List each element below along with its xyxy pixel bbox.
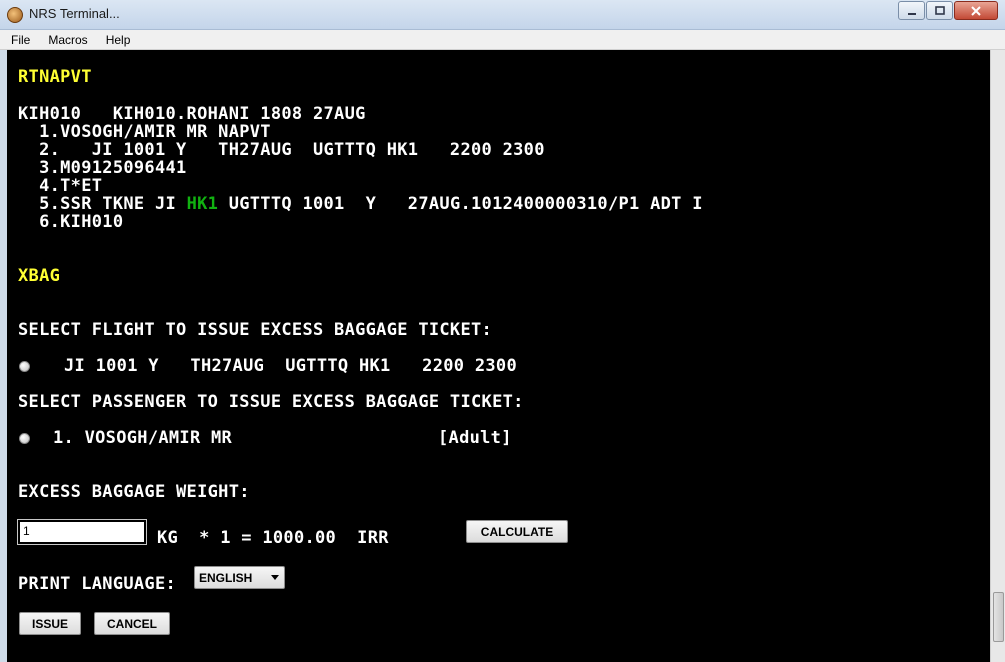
- select-flight-prompt: SELECT FLIGHT TO ISSUE EXCESS BAGGAGE TI…: [18, 320, 493, 340]
- issue-button[interactable]: ISSUE: [19, 612, 81, 635]
- pnr-line-5-suffix: UGTTTQ 1001 Y 27AUG.1012400000310/P1 ADT…: [218, 194, 703, 214]
- close-button[interactable]: [954, 1, 998, 20]
- menu-file[interactable]: File: [8, 33, 33, 47]
- passenger-option-label[interactable]: 1. VOSOGH/AMIR MR: [53, 429, 232, 447]
- maximize-icon: [934, 5, 945, 15]
- menu-help[interactable]: Help: [103, 33, 134, 47]
- terminal-screen: RTNAPVT KIH010 KIH010.ROHANI 1808 27AUG …: [7, 50, 990, 662]
- language-selected-value: ENGLISH: [199, 570, 253, 585]
- close-icon: [971, 5, 981, 16]
- flight-radio[interactable]: [19, 361, 30, 372]
- weight-label: EXCESS BAGGAGE WEIGHT:: [18, 482, 250, 502]
- minimize-icon: [907, 12, 916, 15]
- vertical-scrollbar[interactable]: [990, 50, 1005, 662]
- window-controls: [897, 1, 998, 20]
- maximize-button[interactable]: [926, 1, 953, 20]
- pnr-line-1: 1.VOSOGH/AMIR MR NAPVT: [18, 122, 271, 142]
- chevron-down-icon: [271, 575, 279, 580]
- pnr-command: RTNAPVT: [18, 67, 92, 87]
- scrollbar-thumb[interactable]: [993, 592, 1004, 642]
- cancel-button[interactable]: CANCEL: [94, 612, 170, 635]
- pnr-line-2: 2. JI 1001 Y TH27AUG UGTTTQ HK1 2200 230…: [18, 140, 545, 160]
- pnr-line-5-prefix: 5.SSR TKNE JI: [18, 194, 187, 214]
- menu-bar: File Macros Help: [0, 30, 1005, 50]
- menu-macros[interactable]: Macros: [45, 33, 90, 47]
- language-label: PRINT LANGUAGE:: [18, 574, 177, 594]
- title-bar: NRS Terminal...: [0, 0, 1005, 30]
- flight-option-label[interactable]: JI 1001 Y TH27AUG UGTTTQ HK1 2200 2300: [64, 357, 517, 375]
- calc-result: KG * 1 = 1000.00 IRR: [157, 528, 389, 548]
- pnr-line-6: 6.KIH010: [18, 212, 124, 232]
- app-icon: [7, 7, 23, 23]
- xbag-command: XBAG: [18, 266, 61, 286]
- pnr-header: KIH010 KIH010.ROHANI 1808 27AUG: [18, 104, 366, 124]
- minimize-button[interactable]: [898, 1, 925, 20]
- pnr-line-5: 5.SSR TKNE JI HK1 UGTTTQ 1001 Y 27AUG.10…: [18, 195, 703, 213]
- pnr-line-4: 4.T*ET: [18, 176, 103, 196]
- weight-input[interactable]: 1: [17, 519, 147, 545]
- pnr-line-3: 3.M09125096441: [18, 158, 187, 178]
- calculate-button[interactable]: CALCULATE: [466, 520, 568, 543]
- pnr-line-5-status: HK1: [186, 194, 219, 214]
- passenger-radio[interactable]: [19, 433, 30, 444]
- select-passenger-prompt: SELECT PASSENGER TO ISSUE EXCESS BAGGAGE…: [18, 392, 524, 412]
- passenger-type: [Adult]: [438, 428, 512, 448]
- language-select[interactable]: ENGLISH: [194, 566, 285, 589]
- window-title: NRS Terminal...: [29, 6, 120, 21]
